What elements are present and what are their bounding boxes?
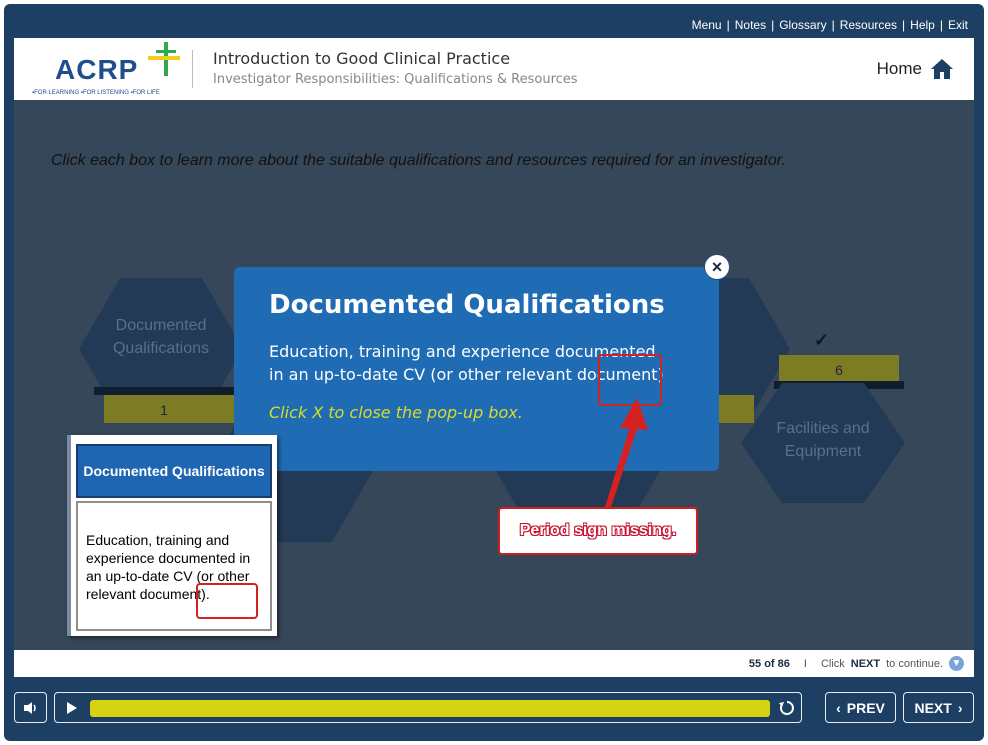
reference-period-highlight: [196, 583, 258, 619]
player-controls: ‹ PREV NEXT ›: [14, 692, 974, 726]
logo-plus-accent: [156, 50, 176, 53]
prev-label: PREV: [846, 699, 885, 716]
hex-number: 1: [160, 402, 168, 418]
logo-plus-horizontal: [148, 56, 180, 60]
logo-wordmark: ACRP: [55, 54, 139, 85]
page-position: 55 of 86: [748, 657, 790, 670]
hex-label-line1: Documented: [115, 317, 207, 334]
nav-separator: |: [902, 18, 906, 32]
header-divider: [192, 50, 193, 88]
nav-notes[interactable]: Notes: [735, 18, 766, 32]
nav-menu[interactable]: Menu: [692, 18, 722, 32]
acrp-logo: ACRP ▪FOR LEARNING ▪FOR LISTENING ▪FOR L…: [32, 42, 182, 98]
nav-separator: |: [726, 18, 730, 32]
replay-button[interactable]: [774, 696, 799, 719]
hex-label-line2: Qualifications: [112, 340, 210, 357]
prev-button[interactable]: ‹ PREV: [825, 692, 896, 723]
logo-tagline: ▪FOR LEARNING ▪FOR LISTENING ▪FOR LIFE: [32, 90, 160, 96]
play-button[interactable]: [59, 696, 84, 719]
continue-prefix: Click: [820, 657, 845, 670]
progress-track[interactable]: [90, 700, 770, 717]
course-subtitle: Investigator Responsibilities: Qualifica…: [213, 72, 578, 87]
home-button[interactable]: Home: [877, 58, 954, 80]
reference-edge: [67, 435, 71, 636]
nav-separator: |: [939, 18, 943, 32]
page-info: 55 of 86 I Click NEXT to continue. ▼: [749, 656, 964, 671]
course-title: Introduction to Good Clinical Practice: [213, 49, 511, 68]
nav-help[interactable]: Help: [910, 18, 935, 32]
nav-resources[interactable]: Resources: [840, 18, 897, 32]
volume-icon: [23, 701, 36, 714]
progress-fill: [90, 700, 770, 717]
chevron-right-icon: ›: [957, 699, 963, 716]
progress-bar-container: [54, 692, 802, 723]
popup-title: Documented Qualifications: [269, 290, 665, 320]
popup-hint: Click X to close the pop-up box.: [269, 403, 523, 422]
next-button[interactable]: NEXT ›: [903, 692, 974, 723]
nav-exit[interactable]: Exit: [948, 18, 968, 32]
next-label: NEXT: [914, 699, 952, 716]
hex-number: 6: [835, 362, 843, 378]
play-icon: [66, 701, 77, 714]
hex-band-dark: [94, 387, 244, 395]
down-arrow-icon: ▼: [949, 656, 964, 671]
annotation-callout: Period sign missing.: [498, 507, 698, 555]
popup-close-button[interactable]: ×: [704, 254, 730, 280]
nav-glossary[interactable]: Glossary: [779, 18, 826, 32]
footer-separator: I: [803, 657, 807, 670]
home-label: Home: [876, 59, 922, 78]
continue-suffix: to continue.: [886, 657, 943, 670]
home-icon: [931, 59, 953, 79]
hex-label-line2: Equipment: [784, 443, 862, 460]
reference-title: Documented Qualifications: [76, 444, 272, 498]
close-icon: ×: [711, 256, 723, 277]
missing-period-highlight: [598, 354, 662, 406]
replay-icon: [778, 700, 794, 715]
nav-separator: |: [831, 18, 835, 32]
continue-next: NEXT: [850, 657, 881, 670]
nav-separator: |: [771, 18, 775, 32]
volume-button[interactable]: [14, 692, 47, 723]
chevron-left-icon: ‹: [836, 699, 841, 716]
slide-footer: 55 of 86 I Click NEXT to continue. ▼: [14, 650, 974, 677]
top-nav: Menu | Notes | Glossary | Resources | He…: [692, 18, 968, 32]
hex-label-line1: Facilities and: [776, 420, 870, 437]
slide-instruction: Click each box to learn more about the s…: [51, 152, 786, 169]
course-header: ACRP ▪FOR LEARNING ▪FOR LISTENING ▪FOR L…: [14, 38, 974, 100]
completed-check-icon: ✓: [814, 330, 830, 350]
